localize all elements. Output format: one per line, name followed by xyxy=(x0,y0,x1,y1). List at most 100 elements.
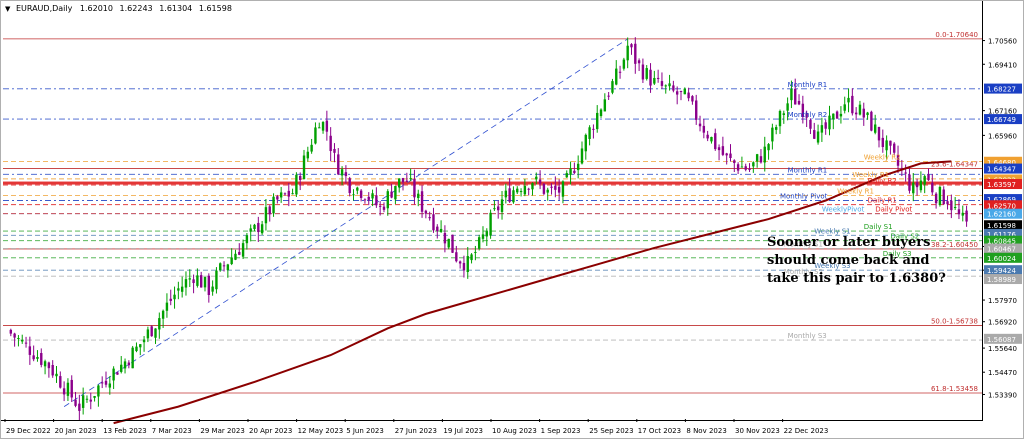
candle-body xyxy=(43,361,47,367)
candle-body xyxy=(938,186,942,206)
candle-body xyxy=(474,251,477,253)
candle-body xyxy=(611,81,614,93)
candle-body xyxy=(599,109,603,117)
pivot-level-label: Monthly Pivot xyxy=(780,193,828,201)
candle-body xyxy=(340,169,344,176)
candle-body xyxy=(965,210,968,222)
candle-body xyxy=(325,120,329,132)
candle-body xyxy=(302,155,306,180)
chart-window[interactable]: 29 Dec 2022 20 Jan 2023 13 Feb 2023 7 Mar 2… xyxy=(0,0,1024,439)
candle-body xyxy=(813,130,816,139)
low-quote: 1.61304 xyxy=(159,4,193,13)
pivot-level-label: Monthly R1 xyxy=(788,81,828,89)
candle-body xyxy=(675,91,679,95)
candle-body xyxy=(62,388,66,395)
candle-body xyxy=(165,302,169,311)
fib-level-label: 61.8-1.53458 xyxy=(931,385,978,393)
candle-body xyxy=(794,88,797,105)
candle-body xyxy=(93,396,96,398)
candle-body xyxy=(679,91,683,93)
candle-body xyxy=(714,133,717,150)
candle-body xyxy=(222,265,226,267)
candle-body xyxy=(847,97,850,103)
x-axis-label: 1 Sep 2023 xyxy=(541,427,581,435)
candle-body xyxy=(862,108,865,118)
candle-body xyxy=(477,237,481,249)
dropdown-triangle-icon[interactable]: ▼ xyxy=(5,5,10,13)
candle-body xyxy=(774,127,778,130)
candle-body xyxy=(565,173,568,178)
candle-body xyxy=(32,355,35,360)
candle-body xyxy=(401,178,405,183)
moving-average-line xyxy=(113,160,952,425)
fib-level-label: 50.0-1.56738 xyxy=(931,317,978,325)
candle-body xyxy=(177,288,180,291)
candle-body xyxy=(771,127,774,142)
candle-body xyxy=(287,190,290,197)
candle-body xyxy=(637,60,641,64)
candle-body xyxy=(455,252,458,262)
candle-body xyxy=(885,140,888,151)
candle-body xyxy=(173,294,176,300)
candle-body xyxy=(893,143,896,153)
candle-body xyxy=(447,238,450,248)
candle-body xyxy=(356,187,359,191)
x-axis-label: 19 Jul 2023 xyxy=(443,427,483,435)
candle-body xyxy=(554,185,557,190)
candle-body xyxy=(942,189,945,205)
candle-body xyxy=(21,339,24,342)
candle-body xyxy=(200,275,203,288)
candle-body xyxy=(748,168,751,171)
candle-body xyxy=(394,185,397,200)
candle-body xyxy=(40,353,43,365)
price-tag-label: 1.66749 xyxy=(987,116,1016,124)
candle-body xyxy=(439,228,443,232)
candle-body xyxy=(9,329,13,334)
candle-body xyxy=(238,251,241,255)
candle-body xyxy=(816,131,820,143)
candle-body xyxy=(641,64,645,80)
candle-body xyxy=(386,191,389,209)
candle-body xyxy=(203,277,207,288)
candle-body xyxy=(279,192,283,198)
pivot-level-label: Weekly R2 xyxy=(864,154,901,162)
candle-body xyxy=(519,191,523,193)
candle-body xyxy=(112,368,115,381)
candle-body xyxy=(740,166,744,168)
candle-body xyxy=(618,71,622,73)
candle-body xyxy=(24,342,28,344)
candle-body xyxy=(436,226,439,232)
candle-body xyxy=(622,59,626,69)
price-chart[interactable]: 29 Dec 2022 20 Jan 2023 13 Feb 2023 7 Mar 2… xyxy=(1,1,1024,439)
candle-body xyxy=(538,179,542,184)
candle-body xyxy=(908,174,911,191)
x-axis-label: 20 Jan 2023 xyxy=(55,427,97,435)
candle-body xyxy=(226,264,230,271)
y-axis-label: 1.65960 xyxy=(988,132,1017,140)
candle-body xyxy=(348,178,351,194)
x-axis-label: 20 Apr 2023 xyxy=(249,427,292,435)
price-tag-label: 1.56087 xyxy=(987,336,1016,344)
candle-body xyxy=(497,206,500,211)
candle-body xyxy=(276,196,279,200)
candle-body xyxy=(790,88,793,101)
pivot-level-label: Monthly S3 xyxy=(788,332,827,340)
candle-body xyxy=(230,257,233,265)
candle-body xyxy=(184,279,188,288)
price-tag-label: 1.62160 xyxy=(987,211,1016,219)
candle-body xyxy=(371,193,374,199)
candle-body xyxy=(527,188,530,190)
x-axis-label: 8 Nov 2023 xyxy=(686,427,726,435)
candle-body xyxy=(17,337,20,339)
x-axis-label: 30 Nov 2023 xyxy=(735,427,780,435)
y-axis-label: 1.56920 xyxy=(988,319,1017,327)
candle-body xyxy=(443,232,447,244)
candle-body xyxy=(398,178,401,188)
candle-body xyxy=(283,193,287,195)
candle-body xyxy=(531,183,534,190)
candle-body xyxy=(481,234,485,239)
candle-body xyxy=(660,81,664,86)
candle-body xyxy=(81,395,85,408)
candle-body xyxy=(919,180,923,191)
candle-body xyxy=(653,77,656,84)
